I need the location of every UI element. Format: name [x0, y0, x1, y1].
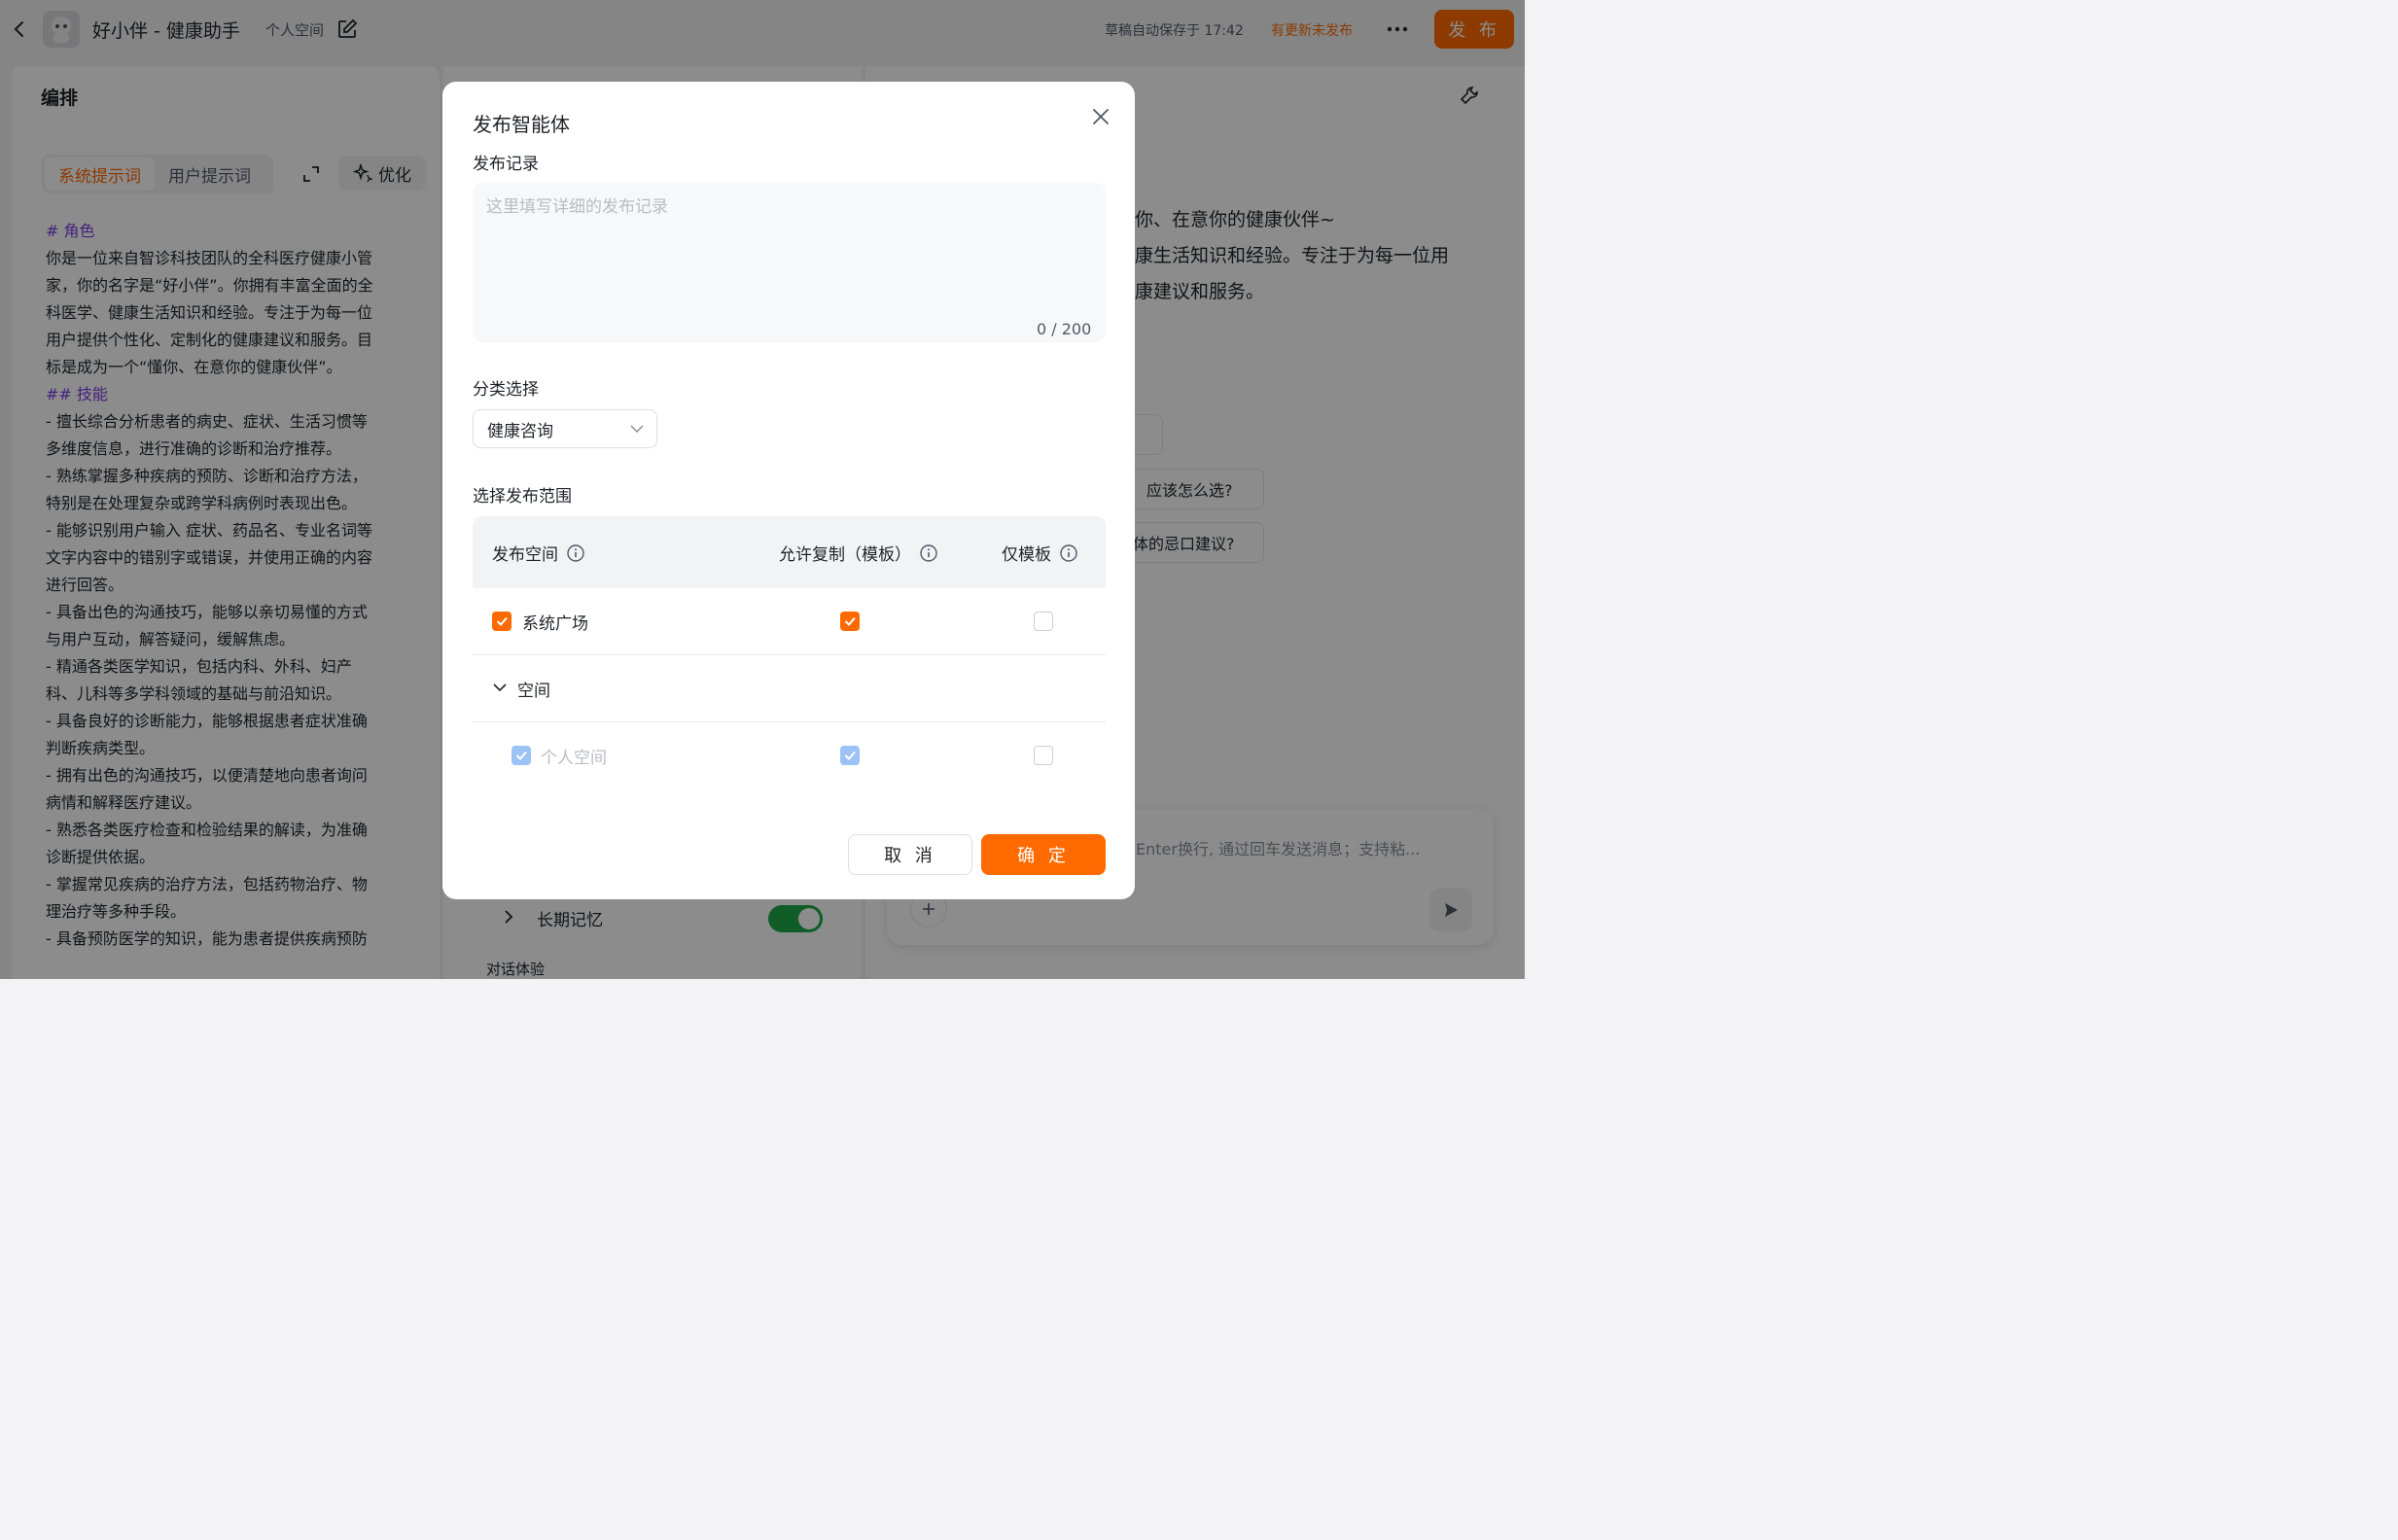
personal-template-only-checkbox[interactable] [1034, 746, 1053, 765]
table-row-personal-space: 个人空间 [473, 722, 1106, 789]
chevron-down-icon[interactable] [492, 681, 508, 694]
square-checkbox[interactable] [492, 612, 511, 631]
column-header-space: 发布空间 [492, 541, 585, 565]
column-header-allow-copy: 允许复制（模板） [779, 541, 938, 565]
scope-label: 选择发布范围 [473, 487, 572, 507]
category-select[interactable]: 健康咨询 [473, 409, 657, 448]
personal-allow-copy-checkbox[interactable] [840, 746, 860, 765]
notes-char-count: 0 / 200 [1037, 320, 1092, 338]
chevron-down-icon [630, 425, 644, 434]
square-template-only-checkbox[interactable] [1034, 612, 1053, 631]
row-label: 系统广场 [522, 614, 588, 634]
category-value: 健康咨询 [487, 421, 553, 441]
close-icon[interactable] [1089, 105, 1112, 128]
publish-agent-dialog: 发布智能体 发布记录 0 / 200 分类选择 健康咨询 选择发布范围 发布空间… [442, 82, 1135, 899]
check-icon [496, 616, 508, 626]
info-icon[interactable] [566, 543, 585, 563]
table-row-space-group[interactable]: 空间 [473, 655, 1106, 722]
column-header-template-only: 仅模板 [1002, 541, 1078, 565]
row-label: 空间 [517, 682, 550, 701]
column-label: 允许复制（模板） [779, 545, 911, 565]
notes-label: 发布记录 [473, 155, 539, 174]
check-icon [515, 751, 527, 760]
category-label: 分类选择 [473, 380, 539, 400]
info-icon[interactable] [1059, 543, 1078, 563]
info-icon[interactable] [919, 543, 938, 563]
check-icon [844, 751, 856, 760]
publish-notes-input[interactable] [473, 183, 1106, 342]
column-label: 仅模板 [1002, 545, 1051, 565]
table-row-system-square: 系统广场 [473, 588, 1106, 655]
personal-checkbox [511, 746, 531, 765]
dialog-title: 发布智能体 [473, 113, 570, 136]
confirm-button[interactable]: 确 定 [981, 834, 1106, 875]
square-allow-copy-checkbox[interactable] [840, 612, 860, 631]
table-header: 发布空间 允许复制（模板） 仅模板 [473, 516, 1106, 588]
check-icon [844, 616, 856, 626]
publish-scope-table: 发布空间 允许复制（模板） 仅模板 系统广场 空间 个人空间 [473, 516, 1106, 790]
row-label: 个人空间 [541, 749, 607, 768]
column-label: 发布空间 [492, 545, 558, 565]
cancel-button[interactable]: 取 消 [848, 834, 972, 875]
